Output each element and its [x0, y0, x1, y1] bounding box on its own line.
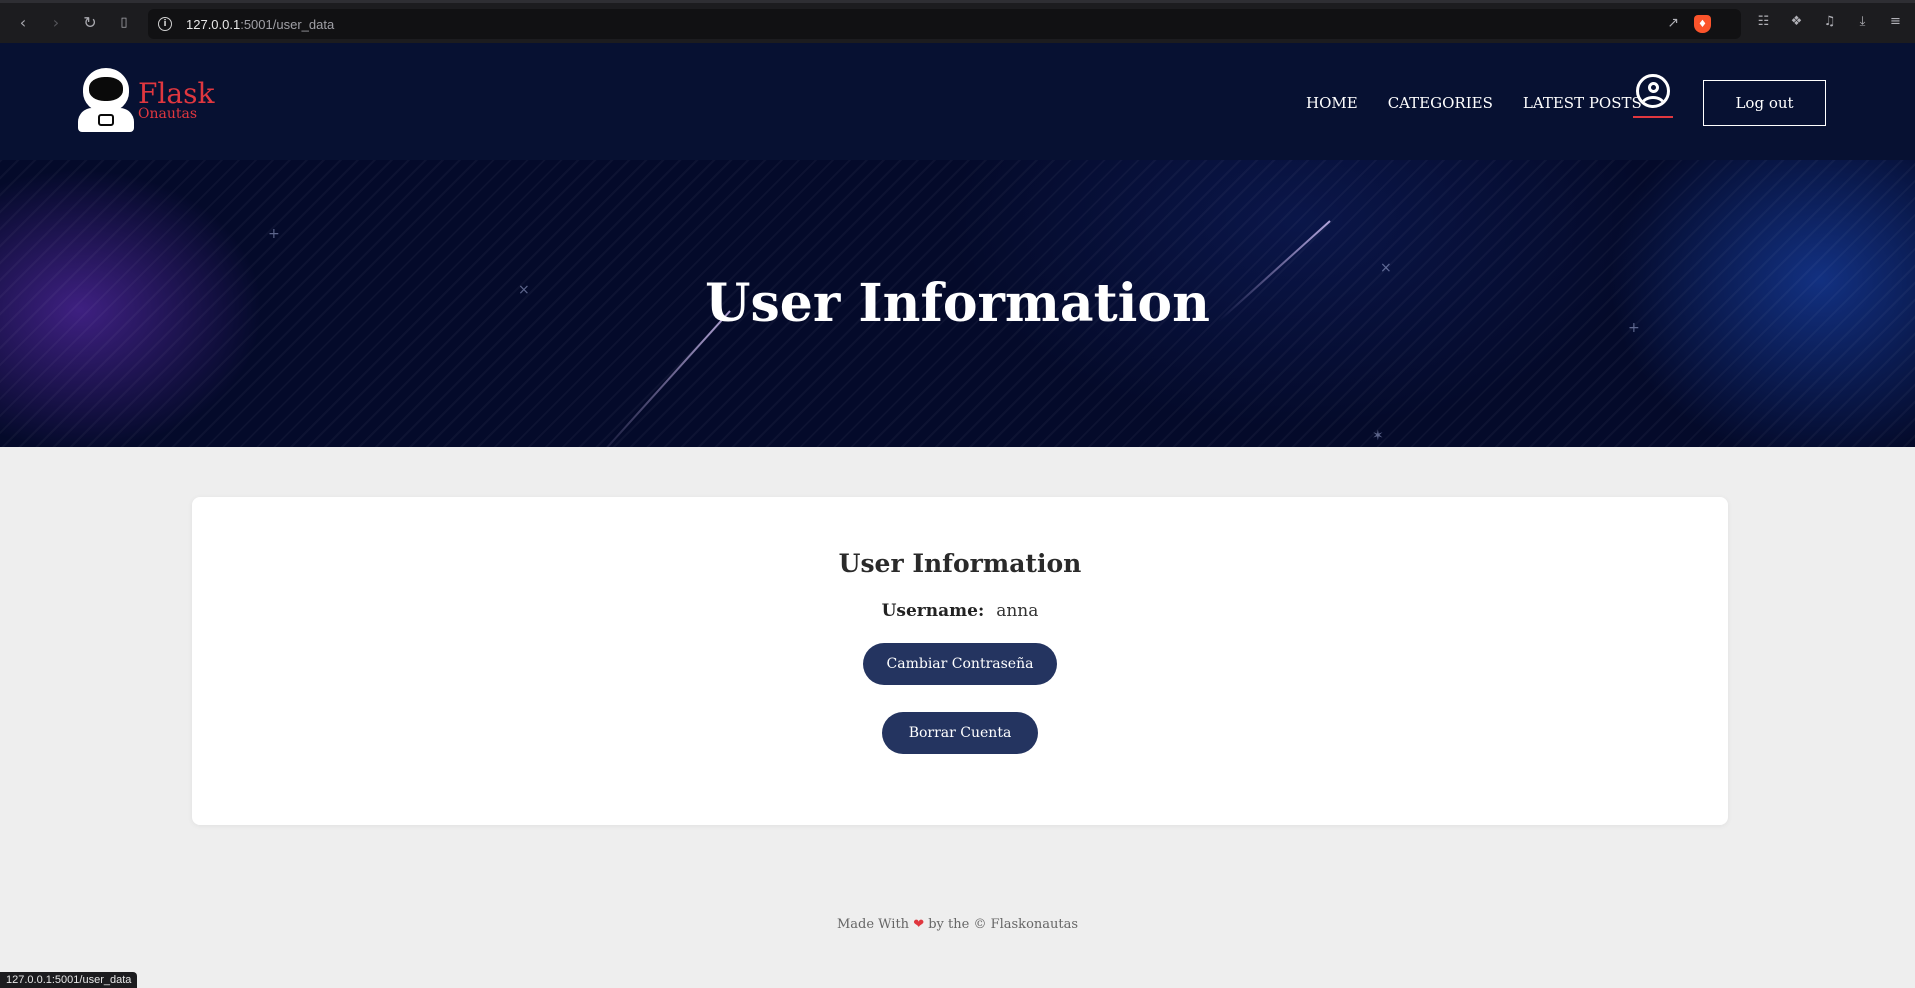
hero-title: User Information	[705, 273, 1210, 334]
heart-icon: ❤	[913, 917, 925, 932]
username-value: anna	[996, 601, 1039, 621]
change-password-button[interactable]: Cambiar Contraseña	[863, 643, 1057, 685]
footer-made-with: Made With	[836, 917, 910, 932]
user-info-card: User Information Username: anna Cambiar C…	[192, 497, 1728, 825]
logo-title: Flask	[138, 76, 215, 110]
forward-icon[interactable]: ›	[45, 11, 67, 33]
back-icon[interactable]: ‹	[12, 11, 34, 33]
nav-home[interactable]: HOME	[1306, 94, 1358, 112]
media-icon[interactable]: ♫	[1821, 13, 1838, 30]
menu-icon[interactable]: ≡	[1887, 13, 1904, 30]
user-profile-icon[interactable]	[1636, 74, 1670, 108]
bookmark-icon[interactable]: ▯	[113, 11, 135, 33]
footer-credit: by the © Flaskonautas	[928, 917, 1079, 932]
browser-toolbar: ‹ › ↻ ▯ i 127.0.0.1:5001/user_data ↗ ♦ ☷…	[0, 0, 1915, 43]
nav-categories[interactable]: CATEGORIES	[1388, 94, 1493, 112]
astronaut-logo-icon	[76, 68, 136, 132]
active-nav-underline	[1633, 116, 1673, 118]
info-icon[interactable]: i	[158, 17, 172, 31]
username-row: Username: anna	[192, 601, 1728, 621]
hero-banner: + × × + ✶ User Information	[0, 160, 1915, 447]
username-label: Username:	[881, 601, 985, 621]
url-text: 127.0.0.1:5001/user_data	[186, 16, 335, 32]
status-bar-url: 127.0.0.1:5001/user_data	[0, 972, 138, 988]
address-bar[interactable]: i 127.0.0.1:5001/user_data ↗ ♦	[148, 9, 1741, 39]
translate-icon[interactable]: ☷	[1755, 13, 1772, 30]
site-header: Flask Onautas HOME CATEGORIES LATEST POS…	[0, 43, 1915, 160]
reload-icon[interactable]: ↻	[79, 11, 101, 33]
card-title: User Information	[838, 549, 1082, 578]
nav-latest-posts[interactable]: LATEST POSTS	[1523, 94, 1642, 112]
delete-account-button[interactable]: Borrar Cuenta	[882, 712, 1038, 754]
logout-button[interactable]: Log out	[1703, 80, 1826, 126]
share-icon[interactable]: ↗	[1667, 15, 1679, 31]
main-nav: HOME CATEGORIES LATEST POSTS	[1306, 94, 1642, 112]
downloads-icon[interactable]: ⤓	[1854, 13, 1871, 30]
brave-shield-icon[interactable]: ♦	[1694, 15, 1711, 33]
extensions-icon[interactable]: ❖	[1788, 13, 1805, 30]
site-footer: Made With ❤ by the © Flaskonautas	[0, 917, 1915, 932]
site-logo[interactable]: Flask Onautas	[76, 68, 214, 132]
